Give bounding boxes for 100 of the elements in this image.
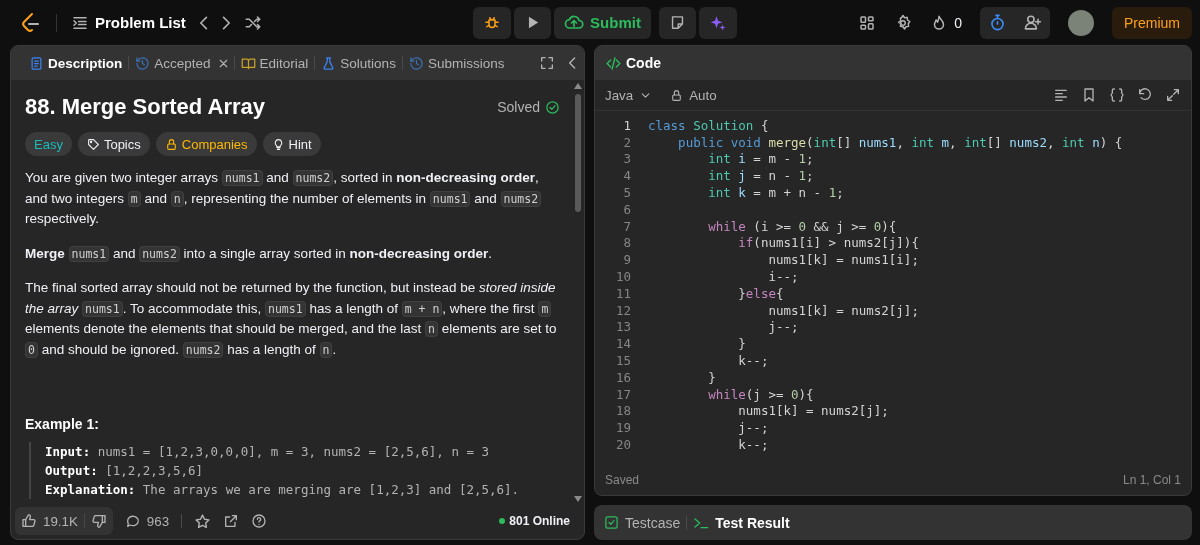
online-count: 801 Online	[509, 514, 570, 528]
panel-tab[interactable]: Accepted	[129, 46, 217, 80]
code-line: }	[737, 336, 746, 352]
fullscreen-button[interactable]	[539, 55, 555, 71]
previous-button[interactable]	[199, 14, 208, 31]
run-button[interactable]	[514, 6, 552, 39]
sparkle-icon	[708, 13, 727, 32]
code-line: }else{	[737, 285, 784, 301]
tag-icon	[86, 137, 100, 151]
line-number: 1	[622, 117, 631, 133]
shuffle-button[interactable]	[243, 13, 262, 32]
checkbox-icon	[604, 515, 619, 530]
thumbs-down-icon	[90, 513, 107, 529]
panel-tab[interactable]: Submissions	[402, 46, 511, 80]
premium-button[interactable]: Premium	[1112, 6, 1192, 39]
line-number: 14	[614, 336, 631, 352]
chevron-left-icon	[199, 14, 208, 31]
layout-button[interactable]	[858, 13, 877, 32]
comment-icon	[124, 513, 141, 529]
panel-tab[interactable]: Testcase	[604, 514, 681, 531]
save-status: Saved	[605, 473, 640, 487]
star-icon	[194, 512, 212, 530]
help-button[interactable]	[251, 513, 268, 529]
cursor-position: Ln 1, Col 1	[1122, 473, 1181, 487]
line-number: 13	[614, 319, 631, 335]
maximize-button[interactable]	[1165, 87, 1181, 103]
solved-status: Solved	[497, 99, 540, 115]
history-icon	[408, 55, 424, 71]
collapse-button[interactable]	[569, 56, 576, 70]
code-line: class Solution {	[648, 117, 769, 133]
line-number: 20	[614, 437, 631, 453]
description-paragraph: You are given two integer arrays nums1 and nums2 , sorted in non-decreasing order, and two integers m and n , representing the number of elements in nums1 and nums2 respectively.	[25, 168, 560, 230]
line-number: 5	[622, 185, 631, 201]
help-icon	[251, 513, 268, 529]
panel-tab[interactable]: Editorial	[234, 46, 315, 80]
comments-button[interactable]: 963	[124, 513, 170, 529]
bookmark-button[interactable]	[1081, 87, 1097, 103]
next-button[interactable]	[221, 14, 230, 31]
reset-button[interactable]	[1137, 87, 1153, 103]
shuffle-icon	[243, 13, 262, 32]
code-line: while(j >= 0){	[707, 386, 814, 402]
stopwatch-icon	[988, 13, 1007, 32]
code-line: nums1[k] = nums1[i];	[767, 252, 919, 268]
topic-tag[interactable]: Easy	[25, 132, 72, 156]
book-icon	[240, 55, 256, 71]
auto-mode-button[interactable]: Auto	[670, 87, 717, 103]
submit-button[interactable]: Submit	[554, 6, 651, 39]
format-button[interactable]	[1053, 87, 1069, 103]
example-line: Output: [1,2,2,3,5,6]	[45, 462, 205, 480]
code-line: k--;	[737, 437, 769, 453]
flask-icon	[321, 55, 337, 71]
code-line: j--;	[767, 319, 799, 335]
panel-tab[interactable]: Solutions	[315, 46, 402, 80]
code-line: if(nums1[i] > nums2[j]){	[737, 235, 919, 251]
topic-tag[interactable]: Hint	[262, 132, 321, 156]
line-number: 11	[614, 285, 631, 301]
panel-title: Code	[626, 55, 661, 71]
line-number: 18	[614, 403, 631, 419]
code-line: k--;	[737, 353, 769, 369]
line-number: 4	[622, 168, 631, 184]
streak-button[interactable]: 0	[930, 13, 962, 32]
lock-icon	[670, 88, 684, 102]
topic-tag[interactable]: Topics	[77, 132, 150, 156]
problem-list-button[interactable]: Problem List	[71, 13, 186, 32]
code-line: int j = n - 1;	[707, 168, 814, 184]
example-line: Explanation: The arrays we are merging are [1,2,3] and [2,5,6].	[45, 481, 521, 499]
expand-icon	[1165, 87, 1181, 103]
favorite-button[interactable]	[194, 512, 212, 530]
thumbs-up-icon	[21, 513, 37, 529]
code-line: public void merge(int[] nums1, int m, int[] nums2, int n) {	[677, 134, 1123, 150]
line-number: 7	[622, 218, 631, 234]
scroll-up-icon[interactable]	[573, 82, 583, 90]
chevron-right-icon	[221, 14, 230, 31]
description-paragraph: The final sorted array should not be returned by the function, but instead be stored inside the array nums1 . To accommodate this, nums1 has a length of m + n , where the first m elements denote the elements that should be merged, and the last n elements are set to 0 and should be ignored. nums2 has a length of n .	[25, 279, 558, 360]
code-line: i--;	[767, 269, 799, 285]
scroll-down-icon[interactable]	[573, 495, 583, 503]
problem-title: 88. Merge Sorted Array	[25, 94, 266, 120]
chevron-left-icon	[569, 56, 576, 70]
panel-tab[interactable]: Test Result	[693, 514, 790, 531]
code-line: nums1[k] = nums2[j];	[737, 403, 889, 419]
code-line: j--;	[737, 420, 769, 436]
ai-button[interactable]	[698, 6, 737, 39]
share-icon	[223, 513, 240, 529]
document-icon	[29, 55, 44, 71]
line-number: 17	[614, 386, 631, 402]
line-number: 3	[622, 151, 631, 167]
line-number: 9	[622, 252, 631, 268]
topic-tag[interactable]: Companies	[155, 132, 257, 156]
debug-button[interactable]	[473, 6, 512, 39]
avatar[interactable]	[1068, 9, 1094, 36]
scrollbar-thumb[interactable]	[575, 94, 581, 212]
share-button[interactable]	[223, 513, 240, 529]
note-button[interactable]	[658, 6, 696, 39]
language-dropdown[interactable]: Java	[605, 87, 653, 103]
grid-icon	[858, 13, 877, 32]
panel-tab[interactable]: Description	[23, 46, 129, 80]
line-number: 10	[614, 269, 631, 285]
example-title: Example 1:	[25, 416, 100, 432]
braces-button[interactable]	[1109, 87, 1125, 103]
line-number: 2	[622, 134, 631, 150]
